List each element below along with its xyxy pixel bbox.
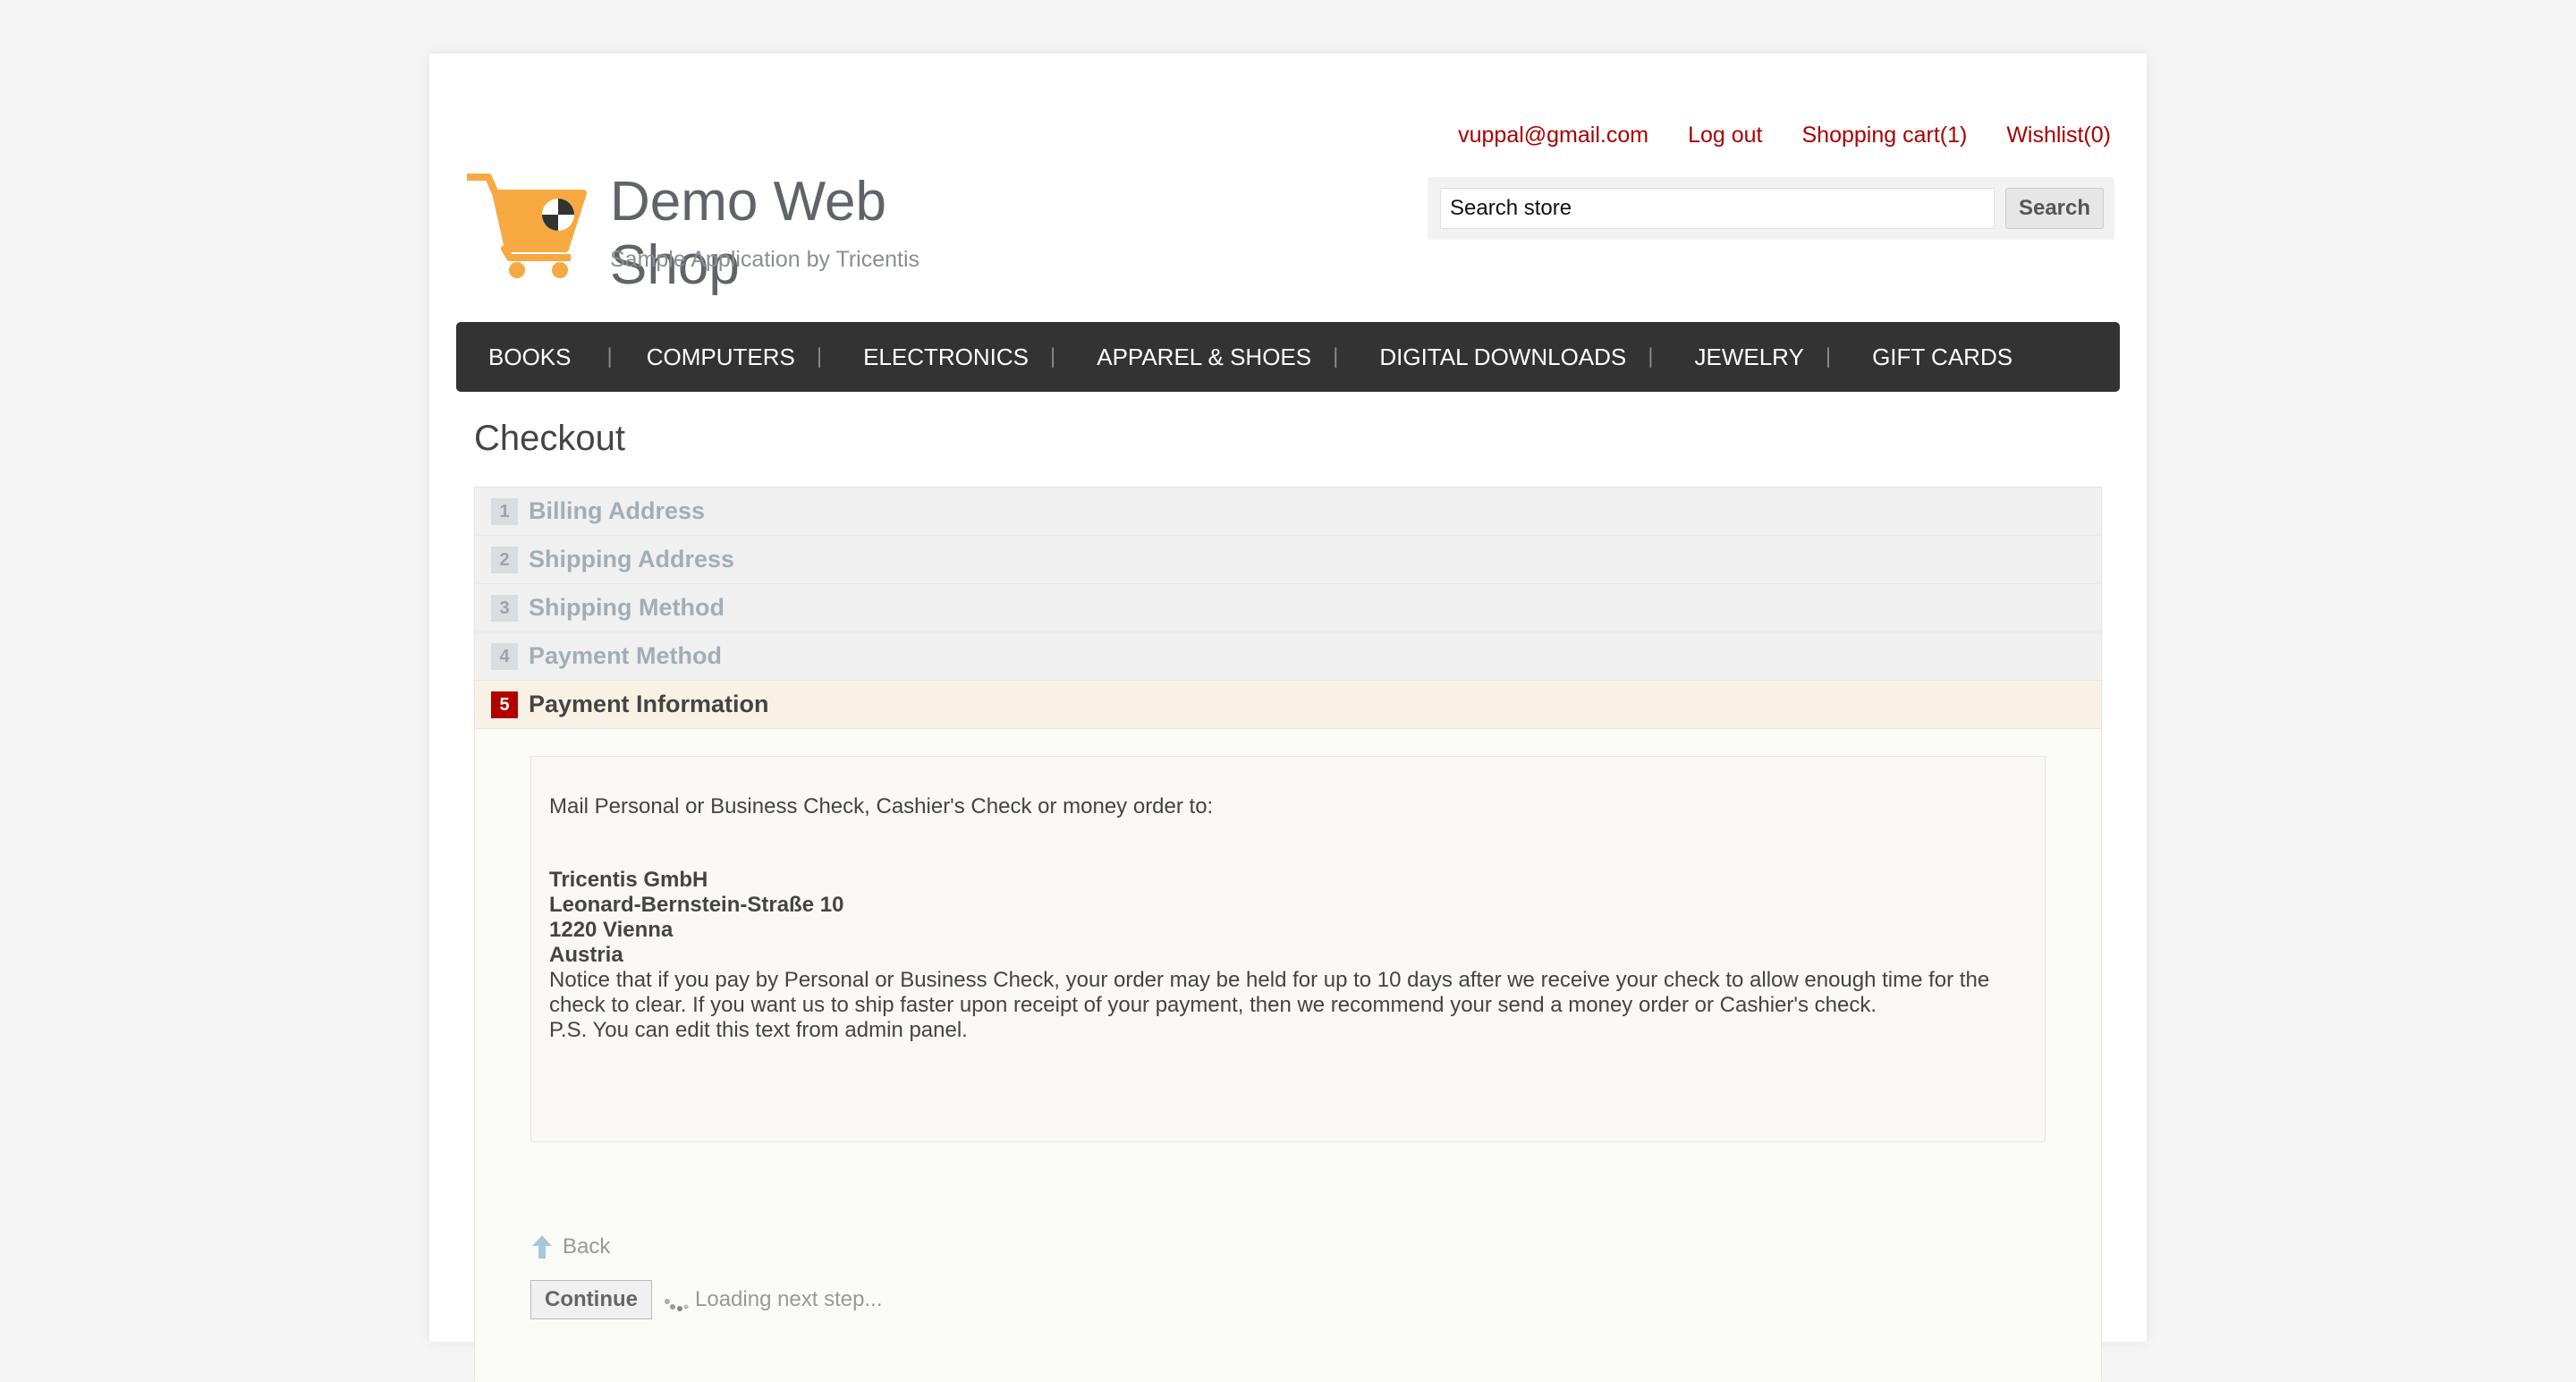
address-line: Austria (549, 943, 623, 967)
step-billing-address[interactable]: 1 Billing Address (475, 488, 2101, 536)
menu-item-computers[interactable]: COMPUTERS (647, 343, 795, 371)
address-line: Tricentis GmbH (549, 868, 708, 892)
menu-separator: | (606, 344, 613, 369)
logo-subtitle: Sample Application by Tricentis (610, 247, 920, 272)
logout-link[interactable]: Log out (1688, 123, 1762, 148)
step-number: 4 (491, 642, 518, 670)
address-line: Leonard-Bernstein-Straße 10 (549, 893, 844, 917)
step-title: Shipping Address (529, 546, 735, 572)
header-links: vuppal@gmail.com Log out Shopping cart(1… (1458, 123, 2111, 148)
back-arrow-icon (532, 1235, 552, 1259)
payment-info-box: Mail Personal or Business Check, Cashier… (530, 756, 2046, 1142)
wishlist-link[interactable]: Wishlist(0) (2006, 123, 2111, 148)
step-payment-method[interactable]: 4 Payment Method (475, 632, 2101, 681)
payment-ps: P.S. You can edit this text from admin p… (549, 1018, 968, 1042)
loading-text: Loading next step... (695, 1287, 883, 1311)
continue-button[interactable]: Continue (530, 1280, 652, 1319)
shopping-cart-logo-icon (467, 174, 587, 278)
payment-information-content: Mail Personal or Business Check, Cashier… (475, 729, 2101, 1382)
step-shipping-method[interactable]: 3 Shipping Method (475, 584, 2101, 632)
menu-item-books[interactable]: BOOKS (488, 343, 571, 371)
step-number: 2 (491, 546, 518, 573)
checkout-steps: 1 Billing Address 2 Shipping Address 3 S… (474, 487, 2102, 1382)
search-input[interactable] (1440, 188, 1995, 229)
menu-separator: | (1825, 344, 1832, 369)
step-shipping-address[interactable]: 2 Shipping Address (475, 536, 2101, 584)
page-title: Checkout (474, 419, 625, 458)
step-title: Shipping Method (529, 594, 724, 621)
step-title: Payment Information (529, 691, 769, 717)
menu-separator: | (1333, 344, 1339, 369)
menu-item-gift-cards[interactable]: GIFT CARDS (1872, 343, 2012, 371)
step-number: 5 (491, 691, 518, 718)
back-label: Back (563, 1234, 611, 1259)
step-title: Billing Address (529, 497, 706, 524)
menu-item-digital-downloads[interactable]: DIGITAL DOWNLOADS (1379, 343, 1626, 371)
menu-separator: | (1648, 344, 1654, 369)
payment-notice: Notice that if you pay by Personal or Bu… (549, 968, 1990, 1017)
top-menu: BOOKS | COMPUTERS | ELECTRONICS | APPARE… (456, 322, 2120, 392)
step-title: Payment Method (529, 642, 723, 669)
loading-spinner-icon (665, 1299, 689, 1311)
payment-intro: Mail Personal or Business Check, Cashier… (549, 794, 1214, 818)
menu-separator: | (1050, 344, 1056, 369)
menu-item-apparel-shoes[interactable]: APPAREL & SHOES (1097, 343, 1311, 371)
back-link[interactable]: Back (530, 1234, 610, 1260)
logo-title: Demo Web Shop (610, 171, 886, 296)
mailing-address: Tricentis GmbH Leonard-Bernstein-Straße … (549, 868, 2027, 968)
menu-item-jewelry[interactable]: JEWELRY (1695, 343, 1804, 371)
menu-item-electronics[interactable]: ELECTRONICS (863, 343, 1029, 371)
step-payment-information: 5 Payment Information (475, 681, 2101, 729)
step-number: 1 (491, 497, 518, 525)
step-number: 3 (491, 594, 518, 622)
site-logo[interactable]: Demo Web Shop Sample Application by Tric… (465, 116, 1020, 296)
search-button[interactable]: Search (2005, 188, 2104, 229)
page-master: Demo Web Shop Sample Application by Tric… (429, 54, 2147, 1382)
menu-separator: | (816, 344, 823, 369)
search-box: Search (1428, 177, 2114, 240)
shopping-cart-link[interactable]: Shopping cart(1) (1802, 123, 1968, 148)
address-line: 1220 Vienna (549, 918, 674, 942)
account-link[interactable]: vuppal@gmail.com (1458, 123, 1648, 148)
